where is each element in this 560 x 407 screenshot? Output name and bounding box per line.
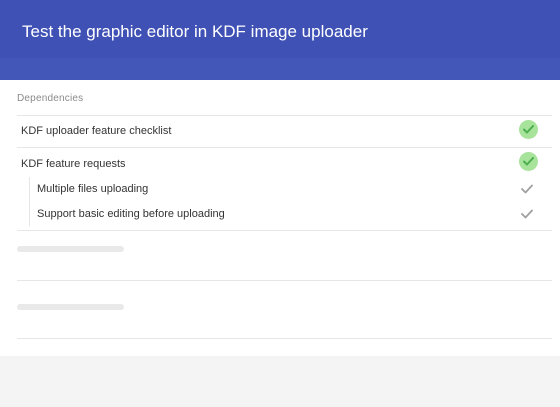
app-header: Test the graphic editor in KDF image upl… xyxy=(0,0,560,58)
check-circle-icon xyxy=(519,120,538,139)
divider xyxy=(17,115,552,116)
divider xyxy=(17,338,552,339)
dependencies-heading: Dependencies xyxy=(17,93,84,104)
check-circle-icon xyxy=(519,152,538,171)
check-icon xyxy=(521,184,533,194)
sub-item-multiple-files[interactable]: Multiple files uploading xyxy=(37,183,148,195)
sub-item-basic-editing[interactable]: Support basic editing before uploading xyxy=(37,208,225,220)
indent-guide xyxy=(29,177,30,226)
divider xyxy=(17,147,552,148)
page-title: Test the graphic editor in KDF image upl… xyxy=(22,22,368,41)
loading-placeholder xyxy=(17,304,124,310)
dependencies-card: Dependencies KDF uploader feature checkl… xyxy=(0,80,560,356)
header-strip xyxy=(0,58,560,80)
divider xyxy=(17,280,552,281)
dependency-item-uploader-checklist[interactable]: KDF uploader feature checklist xyxy=(21,125,171,137)
loading-placeholder xyxy=(17,246,124,252)
divider xyxy=(17,230,552,231)
check-icon xyxy=(521,209,533,219)
dependency-item-feature-requests[interactable]: KDF feature requests xyxy=(21,158,126,170)
